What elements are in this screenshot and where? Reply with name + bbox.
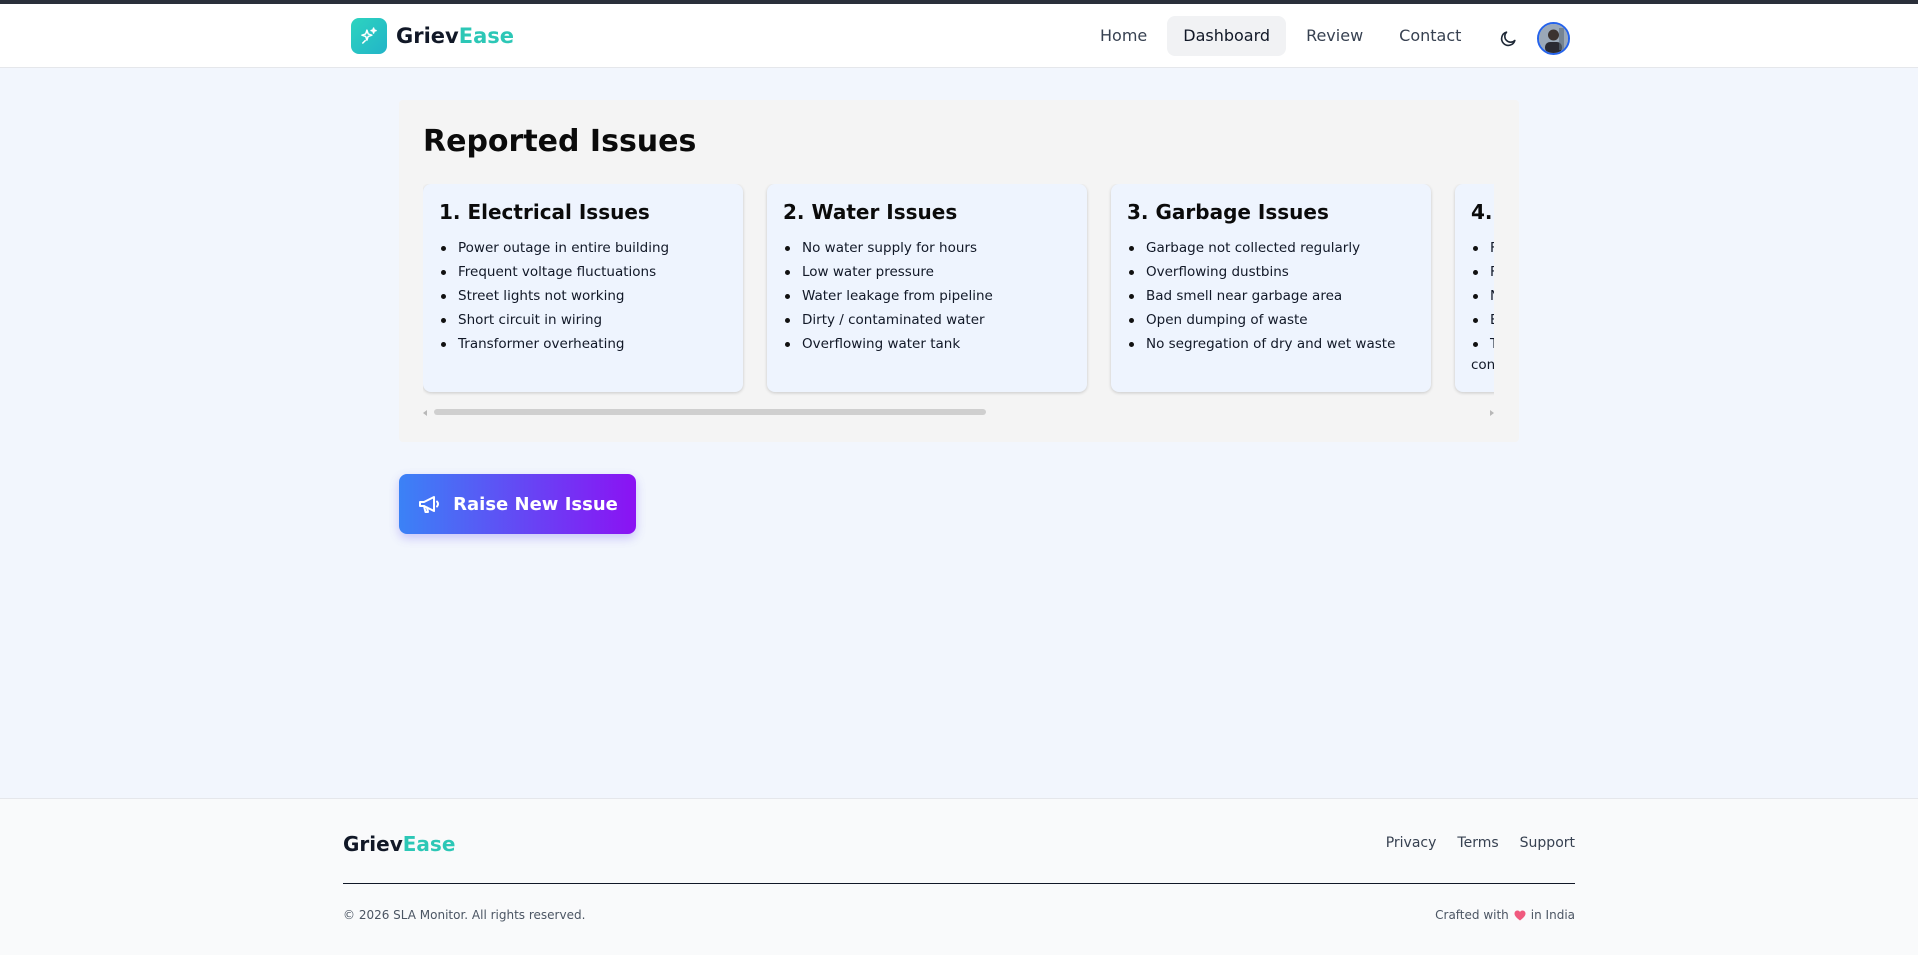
issue-item: No segregation of dry and wet waste (1127, 332, 1415, 356)
issues-carousel[interactable]: 1. Electrical Issues Power outage in ent… (423, 184, 1494, 396)
issue-item: No water supply for hours (783, 236, 1071, 260)
card-title: 1. Electrical Issues (439, 200, 650, 224)
footer-links: Privacy Terms Support (1365, 835, 1575, 851)
nav-dashboard[interactable]: Dashboard (1167, 16, 1287, 56)
footer-link-privacy[interactable]: Privacy (1386, 835, 1437, 851)
issue-item: Dirty / contaminated water (783, 308, 1071, 332)
issue-item: Water leakage from pipeline (783, 284, 1071, 308)
issue-item: F (1471, 260, 1494, 284)
issue-item-continuation: cond (1471, 357, 1494, 373)
issue-item: Bad smell near garbage area (1127, 284, 1415, 308)
issue-item: Power outage in entire building (439, 236, 727, 260)
main-nav: Home Dashboard Review Contact (1084, 16, 1481, 56)
issue-item: Frequent voltage fluctuations (439, 260, 727, 284)
issue-item: F (1471, 236, 1494, 260)
card-title: 4. I (1471, 200, 1494, 224)
footer-link-terms[interactable]: Terms (1457, 835, 1498, 851)
issue-item: Transformer overheating (439, 332, 727, 356)
brand-name: GrievEase (396, 24, 514, 48)
scroll-right-arrow-icon[interactable] (1490, 410, 1494, 416)
nav-home[interactable]: Home (1084, 16, 1163, 56)
issue-item: Overflowing dustbins (1127, 260, 1415, 284)
scrollbar-thumb[interactable] (434, 409, 986, 415)
footer-divider (343, 883, 1575, 884)
reported-issues-panel: Reported Issues 1. Electrical Issues Pow… (399, 100, 1519, 442)
header: GrievEase Home Dashboard Review Contact (0, 4, 1918, 68)
card-title: 3. Garbage Issues (1127, 200, 1329, 224)
scroll-left-arrow-icon[interactable] (423, 410, 427, 416)
issue-item: E (1471, 308, 1494, 332)
button-label: Raise New Issue (453, 493, 618, 515)
horizontal-scrollbar[interactable] (423, 408, 1494, 418)
issue-item: Open dumping of waste (1127, 308, 1415, 332)
moon-icon (1500, 30, 1516, 46)
copyright-text: © 2026 SLA Monitor. All rights reserved. (343, 908, 586, 922)
issue-card-electrical: 1. Electrical Issues Power outage in ent… (423, 184, 743, 392)
megaphone-icon (419, 496, 440, 513)
brand-link[interactable]: GrievEase (351, 18, 514, 54)
section-title: Reported Issues (423, 124, 697, 159)
sparkles-icon (351, 18, 387, 54)
footer-link-support[interactable]: Support (1520, 835, 1575, 851)
issue-item: Low water pressure (783, 260, 1071, 284)
issue-item: Short circuit in wiring (439, 308, 727, 332)
issue-item: N (1471, 284, 1494, 308)
footer-brand: GrievEase (343, 832, 456, 856)
theme-toggle-button[interactable] (1494, 24, 1522, 52)
nav-contact[interactable]: Contact (1383, 16, 1477, 56)
raise-new-issue-button[interactable]: Raise New Issue (399, 474, 636, 534)
user-avatar[interactable] (1537, 22, 1570, 55)
nav-review[interactable]: Review (1290, 16, 1379, 56)
heart-icon (1514, 910, 1526, 920)
issue-card-partial: 4. I F F N E T cond (1455, 184, 1494, 392)
issue-card-water: 2. Water Issues No water supply for hour… (767, 184, 1087, 392)
issue-item: T (1471, 332, 1494, 356)
footer: GrievEase Privacy Terms Support © 2026 S… (0, 798, 1918, 955)
issue-item: Street lights not working (439, 284, 727, 308)
issue-item: Garbage not collected regularly (1127, 236, 1415, 260)
issue-item: Overflowing water tank (783, 332, 1071, 356)
card-title: 2. Water Issues (783, 200, 958, 224)
crafted-text: Crafted with in India (1435, 908, 1575, 922)
issue-card-garbage: 3. Garbage Issues Garbage not collected … (1111, 184, 1431, 392)
